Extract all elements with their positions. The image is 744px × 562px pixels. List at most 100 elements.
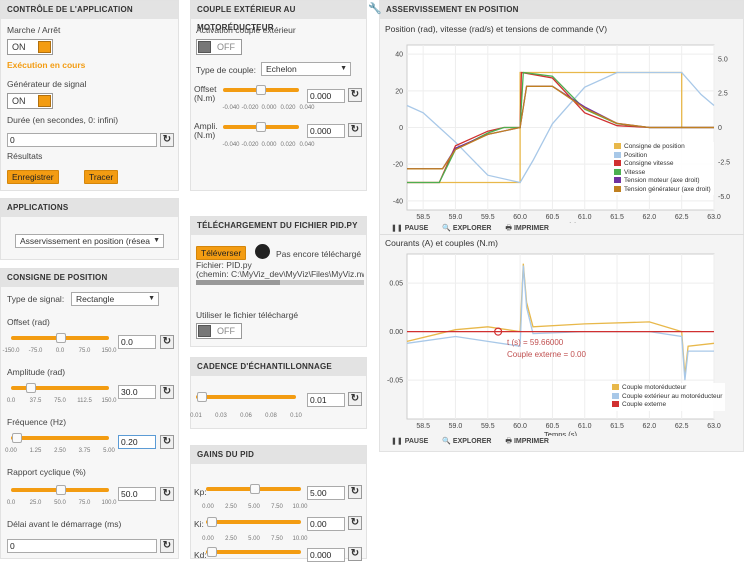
chart2-toolbar: ❚❚ PAUSE 🔍 EXPLORER 🖶 IMPRIMER: [391, 437, 561, 448]
legend-swatch: [614, 177, 621, 184]
offset-slider[interactable]: [11, 333, 109, 343]
cadence-input[interactable]: 0.01: [307, 393, 345, 407]
toggle-knob: [38, 41, 51, 53]
rapport-slider[interactable]: [11, 485, 109, 495]
ki-slider[interactable]: [206, 517, 301, 527]
couple-ampli-slider[interactable]: [223, 122, 299, 132]
resultats-label: Résultats: [7, 151, 43, 161]
upload-progress-bar: [196, 280, 364, 285]
activation-toggle[interactable]: OFF: [196, 39, 242, 55]
slider-thumb[interactable]: [207, 517, 217, 527]
tracer-button[interactable]: Tracer: [84, 170, 119, 184]
slider-thumb[interactable]: [250, 484, 260, 494]
slider-thumb[interactable]: [56, 485, 66, 495]
upload-status-indicator: [255, 244, 270, 259]
tick-label: 2.50: [225, 536, 237, 542]
pause-button[interactable]: ❚❚ PAUSE: [391, 438, 428, 445]
offset-label: Offset (rad): [7, 317, 50, 327]
televerser-button[interactable]: Téléverser: [196, 246, 247, 260]
legend-swatch: [612, 392, 619, 399]
frequence-refresh-button[interactable]: ↻: [160, 435, 174, 449]
offset-refresh-button[interactable]: ↻: [160, 335, 174, 349]
kp-input[interactable]: 5.00: [307, 486, 345, 500]
tick-label: 0.040: [299, 142, 315, 148]
rapport-refresh-button[interactable]: ↻: [160, 487, 174, 501]
type-signal-label: Type de signal:: [7, 294, 65, 304]
rapport-input[interactable]: 50.0: [118, 487, 156, 501]
application-select[interactable]: Asservissement en position (résea ▼: [15, 234, 164, 248]
slider-thumb[interactable]: [56, 333, 66, 343]
kp-refresh-button[interactable]: ↻: [348, 485, 362, 499]
couple-ampli-refresh-button[interactable]: ↻: [348, 123, 362, 137]
marche-toggle[interactable]: ON: [7, 39, 53, 55]
type-couple-select[interactable]: Echelon ▼: [261, 62, 351, 76]
y-right-tick-label: 0: [718, 125, 722, 132]
tick-label: 75.0: [78, 500, 91, 506]
amplitude-input[interactable]: 30.0: [118, 385, 156, 399]
cadence-slider[interactable]: [196, 392, 296, 402]
pause-button[interactable]: ❚❚ PAUSE: [391, 225, 428, 232]
chart1-legend: Consigne de position Position Consigne v…: [611, 142, 714, 195]
tick-label: 0.01: [190, 413, 202, 419]
amplitude-refresh-button[interactable]: ↻: [160, 385, 174, 399]
frequence-input[interactable]: 0.20: [118, 435, 156, 449]
slider-thumb[interactable]: [207, 547, 217, 557]
explorer-button[interactable]: 🔍 EXPLORER: [442, 225, 491, 232]
kp-slider[interactable]: [206, 484, 301, 494]
kd-slider[interactable]: [206, 547, 301, 557]
slider-thumb[interactable]: [256, 122, 266, 132]
tick-label: 10.00: [292, 536, 308, 542]
panel-asserv-header: ASSERVISSEMENT EN POSITION: [380, 1, 743, 19]
tick-label: -0.040: [222, 142, 240, 148]
cadence-refresh-button[interactable]: ↻: [348, 392, 362, 406]
panel-telechargement-header: TÉLÉCHARGEMENT DU FICHIER PID.PY: [191, 217, 366, 235]
toggle-knob: [38, 95, 51, 107]
slider-track: [206, 520, 301, 524]
kd-input[interactable]: 0.000: [307, 548, 345, 562]
couple-ampli-input[interactable]: 0.000: [307, 124, 345, 138]
tick-label: 0.0: [6, 398, 16, 404]
legend-label: Position: [624, 151, 648, 159]
imprimer-button[interactable]: 🖶 IMPRIMER: [505, 438, 549, 445]
legend-label: Couple externe: [622, 401, 667, 408]
duree-refresh-button[interactable]: ↻: [160, 133, 174, 147]
slider-thumb[interactable]: [26, 383, 36, 393]
explorer-button[interactable]: 🔍 EXPLORER: [442, 438, 491, 445]
slider-thumb[interactable]: [197, 392, 207, 402]
utiliser-toggle[interactable]: OFF: [196, 323, 242, 339]
x-tick-label: 58.5: [416, 214, 430, 221]
chart2-legend: Couple motoréducteur Couple extérieur au…: [609, 383, 726, 411]
enregistrer-button[interactable]: Enregistrer: [7, 170, 59, 184]
tick-label: 0.000: [261, 105, 277, 111]
frequence-slider[interactable]: [11, 433, 109, 443]
couple-offset-input[interactable]: 0.000: [307, 89, 345, 103]
tick-label: 3.75: [78, 448, 91, 454]
offset-input[interactable]: 0.0: [118, 335, 156, 349]
tick-label: 2.50: [225, 504, 237, 510]
ki-input[interactable]: 0.00: [307, 517, 345, 531]
wrench-icon[interactable]: 🔧: [368, 2, 382, 15]
panel-controle-header: CONTRÔLE DE L'APPLICATION: [1, 1, 178, 19]
slider-thumb[interactable]: [256, 85, 266, 95]
imprimer-button[interactable]: 🖶 IMPRIMER: [505, 225, 549, 232]
tick-label: 5.00: [103, 448, 115, 454]
type-couple-label: Type de couple:: [196, 65, 257, 75]
generateur-toggle[interactable]: ON: [7, 93, 53, 109]
legend-item: Position: [614, 152, 711, 161]
chart-divider: [380, 234, 744, 235]
type-signal-select[interactable]: Rectangle ▼: [71, 292, 159, 306]
explorer-label: EXPLORER: [452, 225, 492, 232]
couple-offset-refresh-button[interactable]: ↻: [348, 88, 362, 102]
tick-label: 150.0: [101, 398, 117, 404]
x-tick-label: 61.5: [610, 423, 624, 430]
panel-couple-exterieur: COUPLE EXTÉRIEUR AU MOTORÉDUCTEUR Activa…: [190, 0, 367, 191]
slider-thumb[interactable]: [12, 433, 22, 443]
amplitude-slider[interactable]: [11, 383, 109, 393]
tick-label: 5.00: [248, 536, 260, 542]
tick-label: 0.03: [215, 413, 227, 419]
delai-input[interactable]: 0: [7, 539, 157, 553]
duree-input[interactable]: 0: [7, 133, 157, 147]
couple-offset-slider[interactable]: [223, 85, 299, 95]
ki-refresh-button[interactable]: ↻: [348, 516, 362, 530]
delai-refresh-button[interactable]: ↻: [160, 539, 174, 553]
